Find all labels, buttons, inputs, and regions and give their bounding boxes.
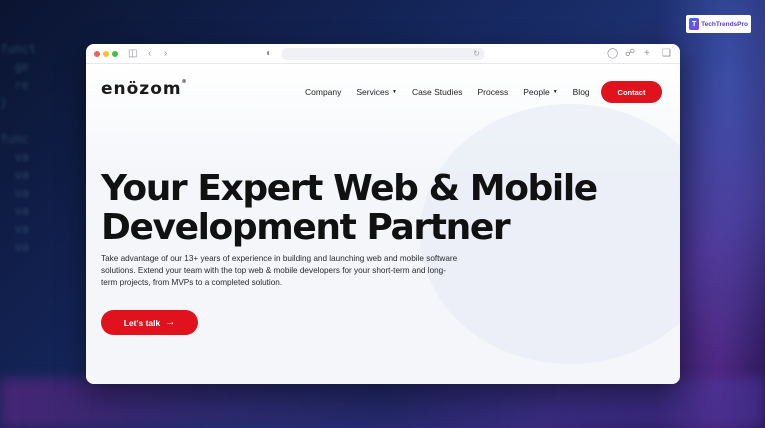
cta-label: Let's talk bbox=[123, 317, 161, 328]
back-icon[interactable]: ‹ bbox=[148, 48, 151, 60]
watermark-logo: T TechTrendsPro bbox=[686, 15, 751, 33]
nav-item-services[interactable]: Services ▼ bbox=[356, 87, 397, 97]
arrow-right-icon: → bbox=[165, 317, 176, 328]
nav-label: Blog bbox=[572, 87, 590, 97]
sidebar-icon[interactable]: ◫ bbox=[128, 48, 137, 60]
contact-button[interactable]: Contact bbox=[601, 81, 662, 103]
webpage: enözom® Company Services ▼ Case Studies P… bbox=[86, 64, 680, 384]
nav-item-process[interactable]: Process bbox=[478, 87, 509, 97]
nav-label: Process bbox=[477, 87, 509, 97]
share-icon[interactable]: ☍ bbox=[625, 48, 635, 60]
minimize-window-button[interactable] bbox=[103, 51, 109, 57]
caret-down-icon: ▼ bbox=[391, 89, 397, 95]
watermark-text: TechTrendsPro bbox=[701, 20, 748, 28]
nav-item-people[interactable]: People ▼ bbox=[523, 87, 557, 97]
brand-logo[interactable]: enözom® bbox=[101, 79, 188, 99]
background-glow-bottom bbox=[0, 378, 765, 428]
browser-toolbar: ◫ ‹ › ◐ ↻ ◯ ☍ + ❏ bbox=[86, 44, 680, 64]
brand-registered-mark: ® bbox=[181, 79, 188, 85]
browser-window: ◫ ‹ › ◐ ↻ ◯ ☍ + ❏ enözom® Company Servic… bbox=[86, 44, 680, 384]
nav-item-blog[interactable]: Blog bbox=[573, 87, 590, 97]
hero-title-line-2: Development Partner bbox=[101, 207, 511, 248]
nav-item-case-studies[interactable]: Case Studies bbox=[412, 87, 463, 97]
tabs-icon[interactable]: ❏ bbox=[662, 48, 671, 60]
hero-title-line-1: Your Expert Web & Mobile bbox=[101, 168, 598, 209]
nav-label: Case Studies bbox=[411, 87, 463, 97]
brand-text: enözom bbox=[101, 79, 182, 99]
nav-item-company[interactable]: Company bbox=[305, 87, 341, 97]
nav-label: People bbox=[523, 87, 550, 97]
address-bar[interactable]: ↻ bbox=[282, 48, 484, 60]
lets-talk-button[interactable]: Let's talk → bbox=[101, 310, 198, 335]
nav-label: Company bbox=[305, 87, 342, 97]
maximize-window-button[interactable] bbox=[112, 51, 118, 57]
tt-logo-icon: T bbox=[689, 18, 700, 30]
hero-description: Take advantage of our 13+ years of exper… bbox=[101, 254, 458, 287]
background-code: funct ge re } func va va va va va va bbox=[0, 42, 37, 254]
hero-title: Your Expert Web & Mobile Development Par… bbox=[101, 169, 621, 247]
close-window-button[interactable] bbox=[94, 51, 100, 57]
main-nav: Company Services ▼ Case Studies Process P… bbox=[305, 87, 605, 97]
download-icon[interactable]: ◯ bbox=[607, 48, 618, 60]
forward-icon[interactable]: › bbox=[164, 48, 167, 60]
reload-icon[interactable]: ↻ bbox=[473, 48, 480, 60]
caret-down-icon: ▼ bbox=[552, 89, 558, 95]
shield-icon: ◐ bbox=[266, 48, 273, 59]
nav-label: Services bbox=[356, 87, 389, 97]
new-tab-icon[interactable]: + bbox=[644, 48, 650, 60]
